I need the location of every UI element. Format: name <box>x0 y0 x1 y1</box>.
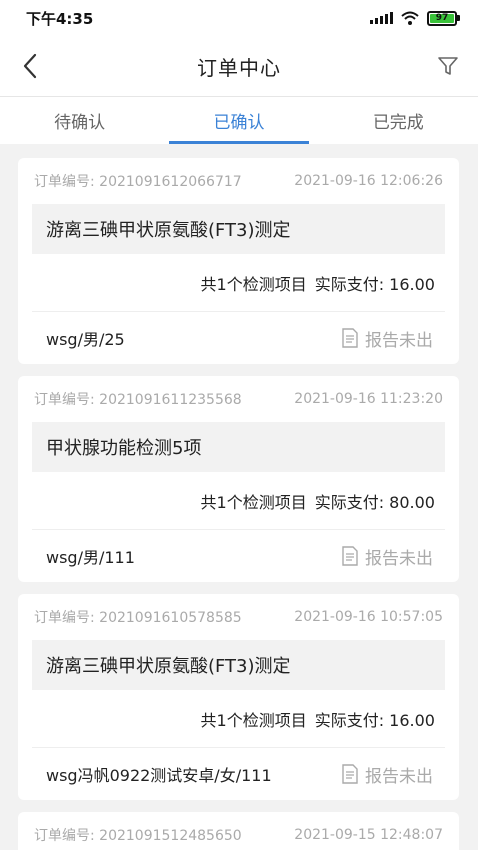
order-summary: 共1个检测项目 实际支付: 16.00 <box>32 254 445 312</box>
document-icon <box>342 546 358 566</box>
status-bar: 下午4:35 97 <box>0 0 478 36</box>
tab-completed[interactable]: 已完成 <box>319 97 478 144</box>
status-time: 下午4:35 <box>26 9 94 28</box>
report-status: 报告未出 <box>341 544 433 569</box>
item-count: 共1个检测项目 <box>200 710 307 730</box>
nav-bar: 订单中心 <box>0 36 478 96</box>
report-status-label: 报告未出 <box>365 766 433 787</box>
order-item-name: 游离三碘甲状原氨酸(FT3)测定 <box>32 204 445 254</box>
tab-pending[interactable]: 待确认 <box>0 97 159 144</box>
report-status-label: 报告未出 <box>365 548 433 569</box>
order-footer: wsg/男/111 报告未出 <box>18 530 459 582</box>
order-number: 订单编号: 2021091610578585 <box>34 610 242 626</box>
order-time: 2021-09-16 10:57:05 <box>294 609 443 625</box>
filter-button[interactable] <box>432 50 464 82</box>
order-number: 订单编号: 2021091512485650 <box>34 828 242 844</box>
battery-icon: 97 <box>427 10 460 26</box>
order-tabs: 待确认 已确认 已完成 <box>0 96 478 144</box>
order-card[interactable]: 订单编号: 2021091512485650 2021-09-15 12:48:… <box>18 812 459 850</box>
report-status: 报告未出 <box>341 762 433 787</box>
order-summary: 共1个检测项目 实际支付: 16.00 <box>32 690 445 748</box>
order-card[interactable]: 订单编号: 2021091612066717 2021-09-16 12:06:… <box>18 158 459 364</box>
paid-amount: 实际支付: 80.00 <box>314 492 435 512</box>
signal-icon <box>370 12 393 24</box>
document-icon <box>342 328 358 348</box>
order-time: 2021-09-15 12:48:07 <box>294 827 443 843</box>
order-footer: wsg冯帆0922测试安卓/女/111 报告未出 <box>18 748 459 800</box>
order-footer: wsg/男/25 报告未出 <box>18 312 459 364</box>
order-number: 订单编号: 2021091612066717 <box>34 174 242 190</box>
order-card[interactable]: 订单编号: 2021091611235568 2021-09-16 11:23:… <box>18 376 459 582</box>
tab-confirmed[interactable]: 已确认 <box>159 97 318 144</box>
filter-icon <box>438 57 458 75</box>
order-time: 2021-09-16 12:06:26 <box>294 173 443 189</box>
paid-amount: 实际支付: 16.00 <box>314 710 435 730</box>
order-header: 订单编号: 2021091512485650 2021-09-15 12:48:… <box>18 812 459 850</box>
order-number: 订单编号: 2021091611235568 <box>34 392 242 408</box>
wifi-icon <box>401 11 419 25</box>
battery-level: 97 <box>430 13 454 23</box>
report-status-label: 报告未出 <box>365 330 433 351</box>
order-item-name: 游离三碘甲状原氨酸(FT3)测定 <box>32 640 445 690</box>
document-icon <box>342 764 358 784</box>
page-title: 订单中心 <box>197 55 281 80</box>
order-header: 订单编号: 2021091611235568 2021-09-16 11:23:… <box>18 376 459 422</box>
chevron-left-icon <box>23 53 37 79</box>
order-summary: 共1个检测项目 实际支付: 80.00 <box>32 472 445 530</box>
report-status: 报告未出 <box>341 326 433 351</box>
order-time: 2021-09-16 11:23:20 <box>294 391 443 407</box>
item-count: 共1个检测项目 <box>200 274 307 294</box>
status-icons: 97 <box>370 10 460 26</box>
patient-info: wsg冯帆0922测试安卓/女/111 <box>46 766 272 785</box>
order-item-name: 甲状腺功能检测5项 <box>32 422 445 472</box>
item-count: 共1个检测项目 <box>200 492 307 512</box>
order-card[interactable]: 订单编号: 2021091610578585 2021-09-16 10:57:… <box>18 594 459 800</box>
patient-info: wsg/男/111 <box>46 548 135 567</box>
order-header: 订单编号: 2021091612066717 2021-09-16 12:06:… <box>18 158 459 204</box>
back-button[interactable] <box>14 50 46 82</box>
order-header: 订单编号: 2021091610578585 2021-09-16 10:57:… <box>18 594 459 640</box>
paid-amount: 实际支付: 16.00 <box>314 274 435 294</box>
patient-info: wsg/男/25 <box>46 330 125 349</box>
